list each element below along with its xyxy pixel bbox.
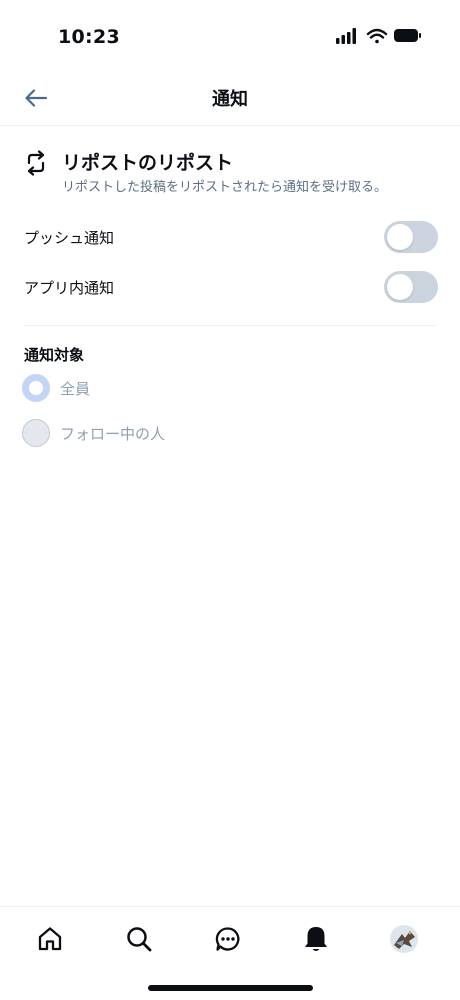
notification-target-title: 通知対象 (24, 346, 85, 364)
avatar-image (390, 925, 418, 953)
repost-icon (27, 150, 45, 176)
avatar (390, 925, 418, 953)
bell-icon (305, 927, 327, 951)
radio-button-selected[interactable] (22, 374, 50, 402)
status-time: 10:23 (58, 26, 120, 48)
toggle-knob (387, 274, 413, 300)
battery-icon (394, 29, 421, 42)
radio-dot (29, 381, 43, 395)
radio-button-unselected[interactable] (22, 419, 50, 447)
page-title: 通知 (212, 89, 248, 110)
cellular-signal-icon (336, 28, 356, 44)
push-notification-toggle[interactable] (384, 221, 438, 253)
section-title: リポストのリポスト (62, 152, 234, 174)
status-bar: 10:23 (0, 0, 460, 70)
section-description: リポストした投稿をリポストされたら通知を受け取る。 (62, 180, 388, 195)
chat-icon (215, 927, 240, 951)
push-notification-row: プッシュ通知 (24, 219, 438, 255)
radio-label-everyone: 全員 (60, 380, 91, 398)
in-app-notification-label: アプリ内通知 (24, 279, 115, 297)
radio-option-everyone[interactable]: 全員 (22, 374, 322, 404)
tab-chat[interactable] (206, 921, 250, 957)
divider (24, 325, 436, 326)
status-icons (336, 26, 422, 46)
tab-notifications[interactable] (294, 921, 338, 957)
radio-label-following: フォロー中の人 (60, 425, 166, 443)
home-indicator (148, 985, 313, 991)
toggle-knob (387, 224, 413, 250)
in-app-notification-row: アプリ内通知 (24, 269, 438, 305)
push-notification-label: プッシュ通知 (24, 229, 115, 247)
tab-profile[interactable] (382, 921, 426, 957)
search-icon (127, 927, 152, 952)
home-icon (38, 927, 62, 951)
wifi-icon (366, 28, 388, 44)
in-app-notification-toggle[interactable] (384, 271, 438, 303)
tab-home[interactable] (28, 921, 72, 957)
tab-search[interactable] (117, 921, 161, 957)
header: 通知 (0, 70, 460, 126)
radio-option-following[interactable]: フォロー中の人 (22, 419, 322, 449)
